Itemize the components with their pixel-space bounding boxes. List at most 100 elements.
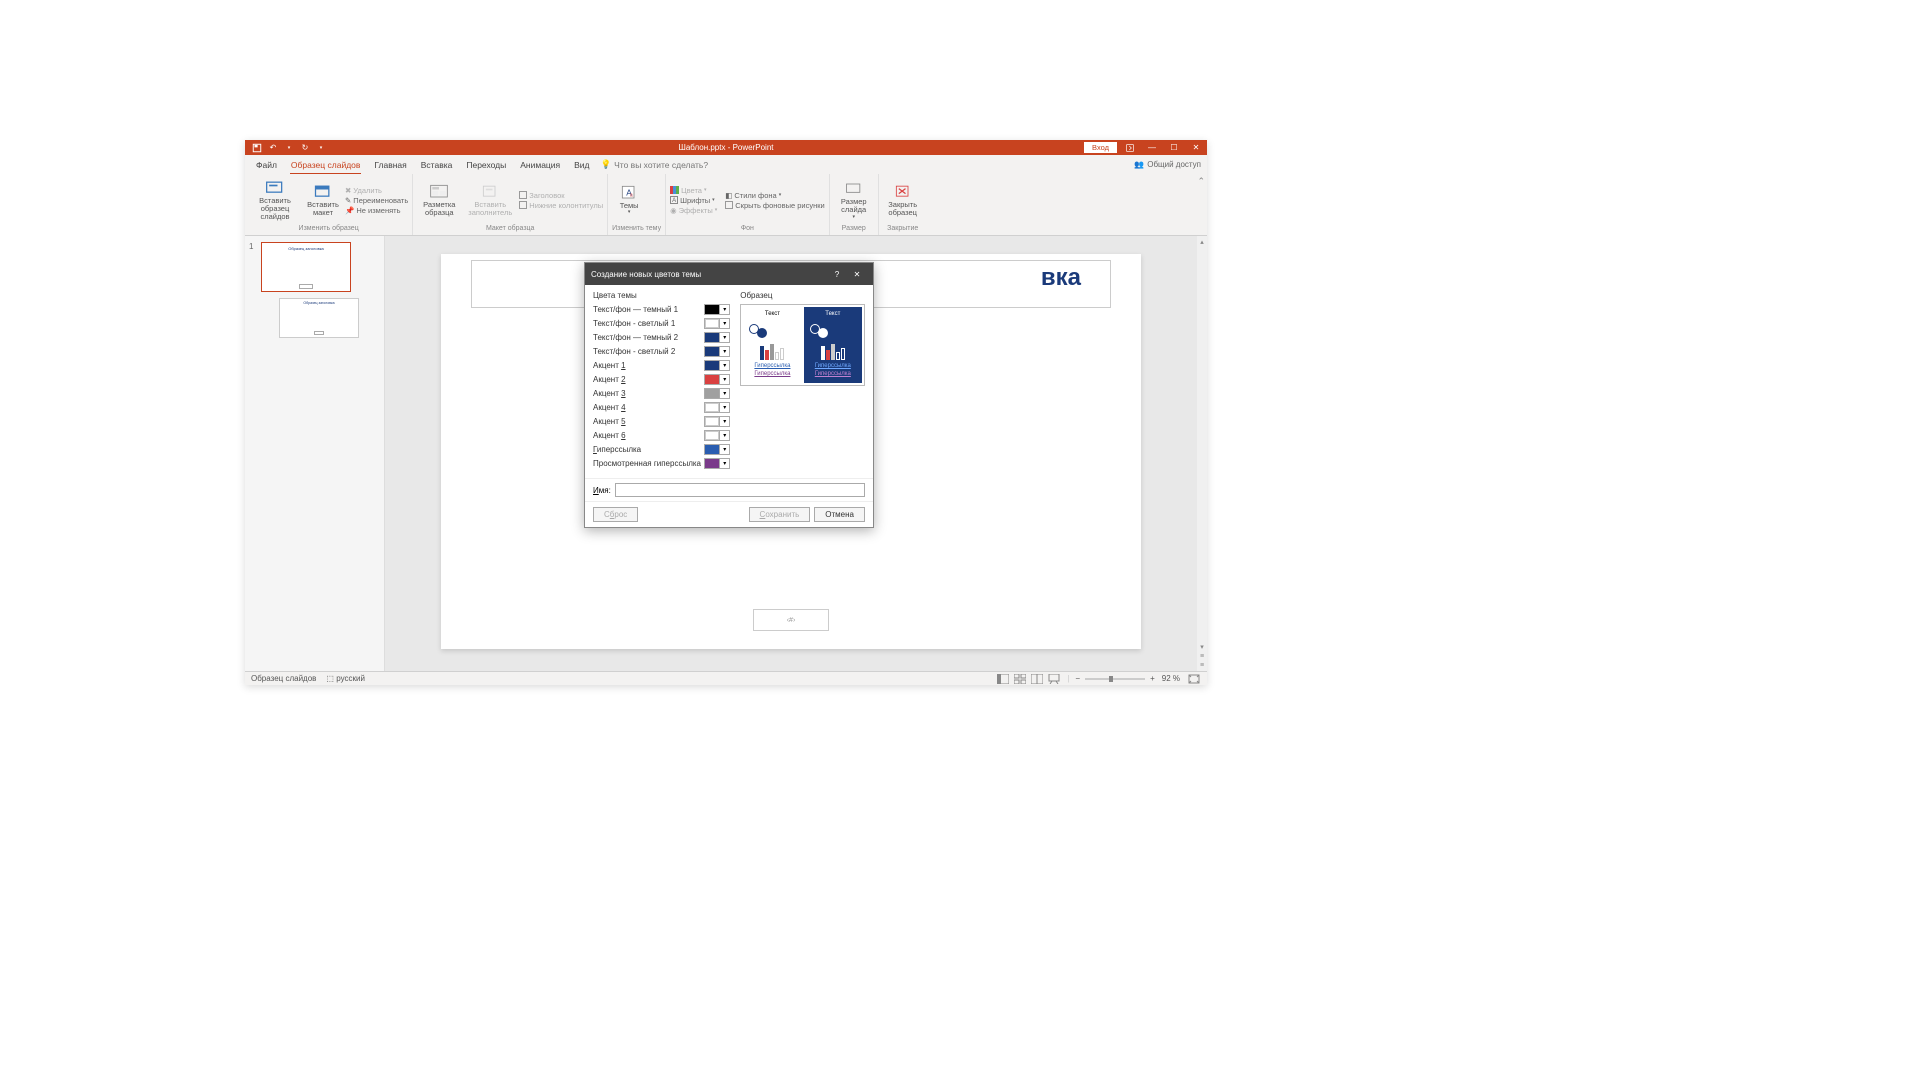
prev-slide-icon[interactable]: ≡	[1200, 653, 1204, 660]
scroll-down-icon[interactable]: ▾	[1200, 643, 1204, 651]
color-picker-button[interactable]: ▾	[704, 402, 730, 413]
color-picker-button[interactable]: ▾	[704, 346, 730, 357]
rename-icon: ✎	[345, 196, 351, 205]
color-picker-button[interactable]: ▾	[704, 416, 730, 427]
color-label: Акцент 2	[593, 375, 626, 384]
checkbox-icon	[725, 201, 733, 209]
color-picker-button[interactable]: ▾	[704, 332, 730, 343]
menu-insert[interactable]: Вставка	[414, 155, 460, 174]
undo-dropdown-icon[interactable]: ▾	[283, 142, 295, 154]
chevron-down-icon: ▾	[712, 197, 715, 203]
quick-access-toolbar: ↶ ▾ ↻ ▾	[245, 142, 333, 154]
normal-view-icon[interactable]	[996, 674, 1010, 684]
thumbnail-1[interactable]: 1 Образец заголовка	[249, 242, 380, 292]
color-picker-button[interactable]: ▾	[704, 458, 730, 469]
undo-icon[interactable]: ↶	[267, 142, 279, 154]
color-label: Гиперссылка	[593, 445, 641, 454]
ribbon-options-icon[interactable]	[1119, 140, 1141, 155]
menu-slide-master[interactable]: Образец слайдов	[284, 155, 368, 174]
menu-bar: Файл Образец слайдов Главная Вставка Пер…	[245, 155, 1207, 174]
chevron-down-icon: ▾	[719, 319, 729, 328]
color-picker-button[interactable]: ▾	[704, 360, 730, 371]
ribbon: ⌃ Вставить образец слайдов Вставить маке…	[245, 174, 1207, 236]
color-swatch	[705, 431, 719, 440]
ribbon-collapse-icon[interactable]: ⌃	[1197, 176, 1205, 187]
login-button[interactable]: Вход	[1084, 142, 1117, 153]
fonts-icon: A	[670, 196, 678, 204]
window-controls: Вход — ☐ ✕	[1084, 140, 1207, 155]
color-label: Текст/фон — темный 2	[593, 333, 678, 342]
menu-animations[interactable]: Анимация	[513, 155, 567, 174]
svg-text:a: a	[630, 192, 633, 198]
colors-section-label: Цвета темы	[593, 291, 730, 300]
color-row-6: Акцент 3▾	[593, 388, 730, 399]
minimize-icon[interactable]: —	[1141, 140, 1163, 155]
next-slide-icon[interactable]: ≡	[1200, 662, 1204, 669]
color-row-8: Акцент 5▾	[593, 416, 730, 427]
color-picker-button[interactable]: ▾	[704, 304, 730, 315]
color-label: Акцент 6	[593, 431, 626, 440]
close-master-button[interactable]: Закрыть образец	[883, 181, 923, 220]
slide-size-button[interactable]: Размер слайда▾	[834, 178, 874, 222]
themes-button[interactable]: Aa Темы ▾	[612, 182, 646, 218]
color-picker-button[interactable]: ▾	[704, 444, 730, 455]
fonts-button[interactable]: AШрифты▾	[670, 196, 717, 205]
hide-bg-checkbox[interactable]: Скрыть фоновые рисунки	[725, 201, 824, 210]
rename-button[interactable]: ✎Переименовать	[345, 196, 408, 205]
chevron-down-icon: ▾	[715, 207, 718, 213]
chevron-down-icon: ▾	[719, 389, 729, 398]
name-input[interactable]	[615, 483, 865, 497]
zoom-out-button[interactable]: −	[1075, 674, 1080, 683]
zoom-slider[interactable]	[1085, 678, 1145, 680]
zoom-in-button[interactable]: +	[1150, 674, 1155, 683]
chevron-down-icon: ▾	[719, 305, 729, 314]
insert-layout-button[interactable]: Вставить макет	[303, 181, 343, 220]
scroll-up-icon[interactable]: ▴	[1200, 238, 1204, 246]
menu-file[interactable]: Файл	[249, 155, 284, 174]
menu-view[interactable]: Вид	[567, 155, 596, 174]
bg-styles-button[interactable]: ◧Стили фона▾	[725, 191, 824, 200]
color-picker-button[interactable]: ▾	[704, 388, 730, 399]
document-title: Шаблон.pptx - PowerPoint	[679, 143, 774, 152]
color-swatch	[705, 459, 719, 468]
delete-button: ✖Удалить	[345, 186, 408, 195]
reading-view-icon[interactable]	[1030, 674, 1044, 684]
insert-placeholder-button: Вставить заполнитель	[463, 181, 517, 220]
maximize-icon[interactable]: ☐	[1163, 140, 1185, 155]
scroll-bar[interactable]: ▴ ▾ ≡ ≡	[1197, 236, 1207, 671]
cancel-button[interactable]: Отмена	[814, 507, 865, 522]
slideshow-view-icon[interactable]	[1047, 674, 1061, 684]
color-picker-button[interactable]: ▾	[704, 430, 730, 441]
fit-window-icon[interactable]	[1187, 674, 1201, 684]
language-icon: ⬚	[326, 674, 334, 683]
zoom-level[interactable]: 92 %	[1162, 674, 1180, 683]
close-icon[interactable]: ✕	[847, 267, 867, 281]
thumbnail-layout-1[interactable]: Образец заголовка	[279, 298, 359, 338]
footers-checkbox: Нижние колонтитулы	[519, 201, 603, 210]
master-layout-button[interactable]: Разметка образца	[417, 181, 461, 220]
color-label: Текст/фон - светлый 2	[593, 347, 675, 356]
color-picker-button[interactable]: ▾	[704, 374, 730, 385]
preserve-button[interactable]: 📌Не изменять	[345, 206, 408, 215]
color-row-2: Текст/фон — темный 2 ▾	[593, 332, 730, 343]
effects-button[interactable]: ◉Эффекты▾	[670, 206, 717, 215]
share-button[interactable]: 👥 Общий доступ	[1134, 160, 1201, 169]
tell-me-search[interactable]: 💡 Что вы хотите сделать?	[601, 159, 709, 170]
language-button[interactable]: ⬚ русский	[326, 674, 365, 683]
color-picker-button[interactable]: ▾	[704, 318, 730, 329]
qat-dropdown-icon[interactable]: ▾	[315, 142, 327, 154]
chevron-down-icon: ▾	[719, 333, 729, 342]
sorter-view-icon[interactable]	[1013, 674, 1027, 684]
menu-home[interactable]: Главная	[367, 155, 413, 174]
colors-button[interactable]: Цвета▾	[670, 186, 717, 195]
color-label: Акцент 4	[593, 403, 626, 412]
help-icon[interactable]: ?	[827, 267, 847, 281]
close-icon[interactable]: ✕	[1185, 140, 1207, 155]
theme-colors-dialog: Создание новых цветов темы ? ✕ Цвета тем…	[584, 262, 874, 528]
save-icon[interactable]	[251, 142, 263, 154]
insert-slide-master-button[interactable]: Вставить образец слайдов	[249, 177, 301, 224]
redo-icon[interactable]: ↻	[299, 142, 311, 154]
dialog-title-bar[interactable]: Создание новых цветов темы ? ✕	[585, 263, 873, 285]
slide-number-placeholder[interactable]: ‹#›	[753, 609, 829, 631]
menu-transitions[interactable]: Переходы	[459, 155, 513, 174]
